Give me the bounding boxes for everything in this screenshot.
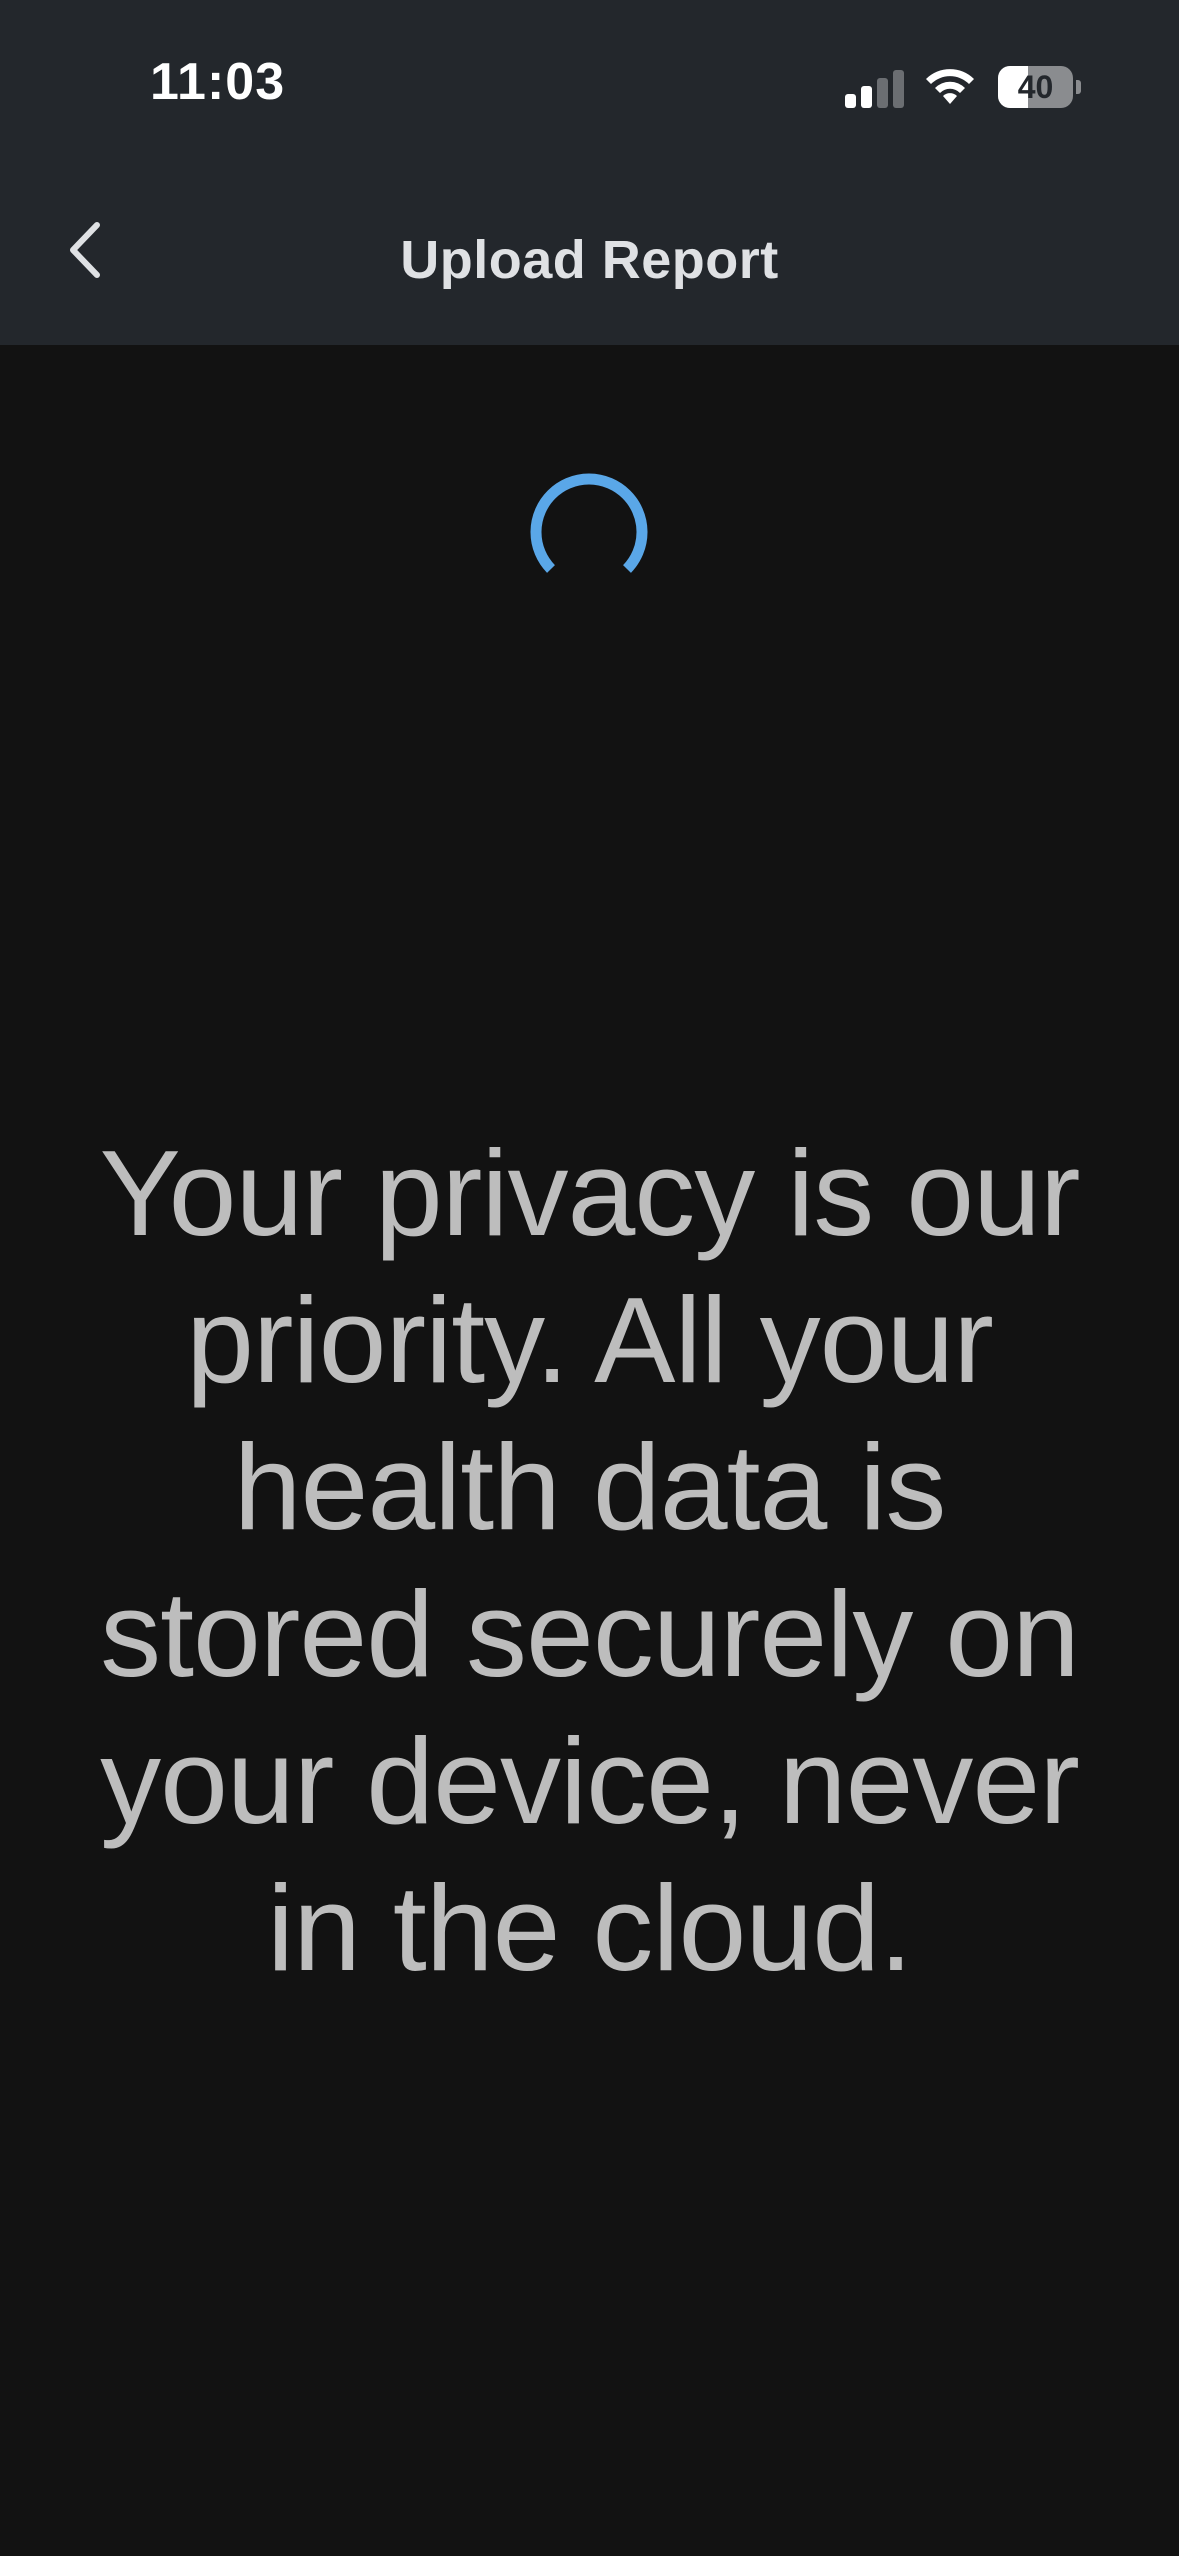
chevron-left-icon — [70, 222, 100, 278]
status-time: 11:03 — [150, 53, 286, 111]
signal-bar — [861, 86, 872, 108]
signal-bar — [845, 94, 856, 108]
spinner-icon — [530, 473, 648, 573]
battery-body: 40 — [998, 66, 1073, 108]
nav-bar: Upload Report — [0, 185, 1179, 335]
wifi-icon — [926, 69, 974, 104]
battery-cap — [1076, 80, 1081, 94]
page-title-text: Upload Report — [400, 230, 779, 290]
signal-bar — [877, 78, 888, 108]
status-bar: 11:03 40 — [0, 0, 1179, 175]
back-button[interactable] — [50, 215, 120, 285]
signal-bar — [893, 70, 904, 108]
page-title: Upload Report — [0, 185, 1179, 335]
signal-icon — [845, 68, 905, 108]
battery-level: 40 — [1017, 69, 1054, 105]
header: 11:03 40 Upload Report — [0, 0, 1179, 345]
privacy-message: Your privacy is our priority. All your h… — [99, 1125, 1080, 1996]
battery-icon: 40 — [998, 66, 1081, 108]
